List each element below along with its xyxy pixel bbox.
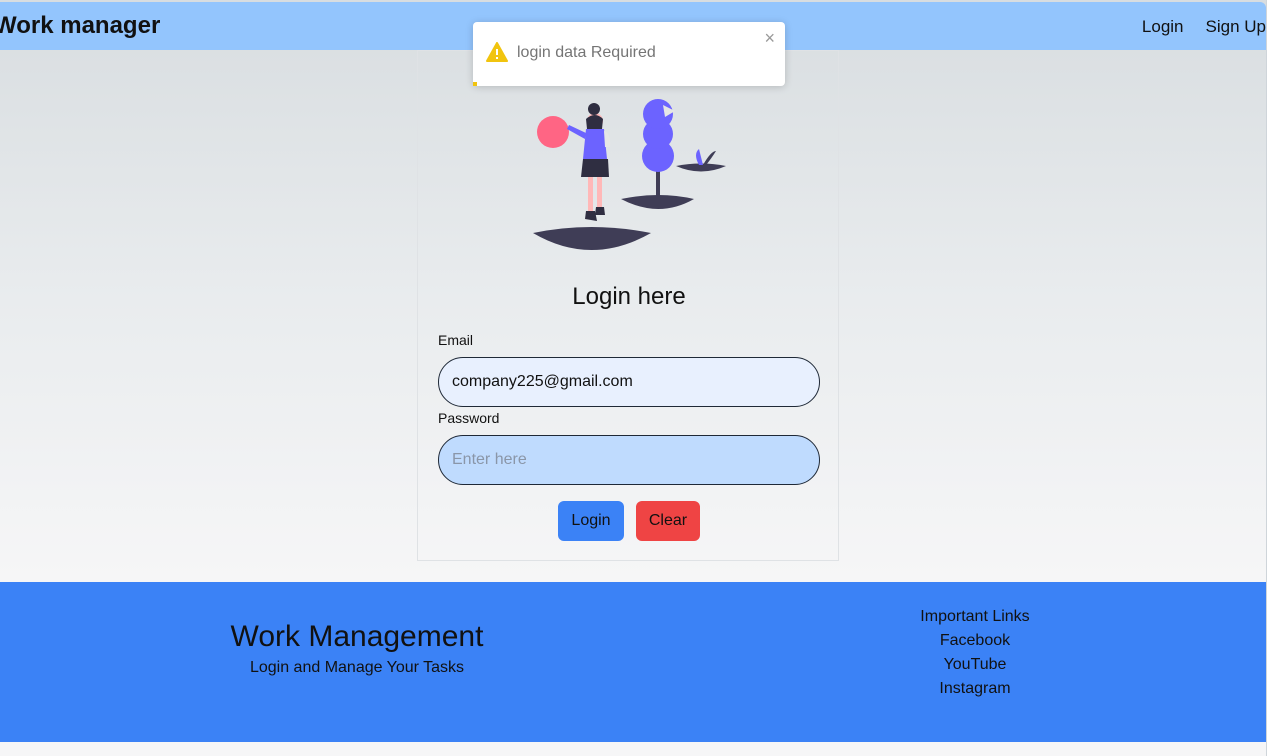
login-button[interactable]: Login (558, 501, 624, 541)
nav-login-link[interactable]: Login (1142, 17, 1184, 37)
footer-title: Work Management (230, 620, 484, 653)
footer-links-heading: Important Links (920, 608, 1030, 625)
toast-notification: login data Required × (473, 22, 785, 86)
clear-button[interactable]: Clear (636, 501, 700, 541)
footer-link-youtube[interactable]: YouTube (875, 653, 1075, 677)
footer-subtitle: Login and Manage Your Tasks (249, 659, 465, 676)
password-field[interactable] (438, 435, 820, 485)
brand-title[interactable]: Work manager (0, 12, 160, 40)
warning-icon (486, 42, 508, 62)
email-field[interactable] (438, 357, 820, 407)
footer-links: Important Links Facebook YouTube Instagr… (875, 605, 1075, 701)
page: Work manager Login Sign Up Login here Em… (0, 0, 1266, 756)
footer: Work Management Login and Manage Your Ta… (0, 582, 1266, 742)
nav-links: Login Sign Up (1142, 17, 1266, 37)
login-title: Login here (572, 283, 686, 310)
email-label: Email (438, 332, 474, 348)
toast-progress-bar (473, 82, 477, 86)
footer-link-instagram[interactable]: Instagram (875, 677, 1075, 701)
close-icon[interactable]: × (764, 28, 775, 49)
login-illustration (533, 99, 726, 250)
password-label: Password (438, 410, 500, 426)
nav-signup-link[interactable]: Sign Up (1206, 17, 1266, 37)
login-card: Login here Email Password Login Clear (417, 50, 839, 561)
footer-link-facebook[interactable]: Facebook (875, 629, 1075, 653)
toast-message: login data Required (517, 44, 656, 61)
